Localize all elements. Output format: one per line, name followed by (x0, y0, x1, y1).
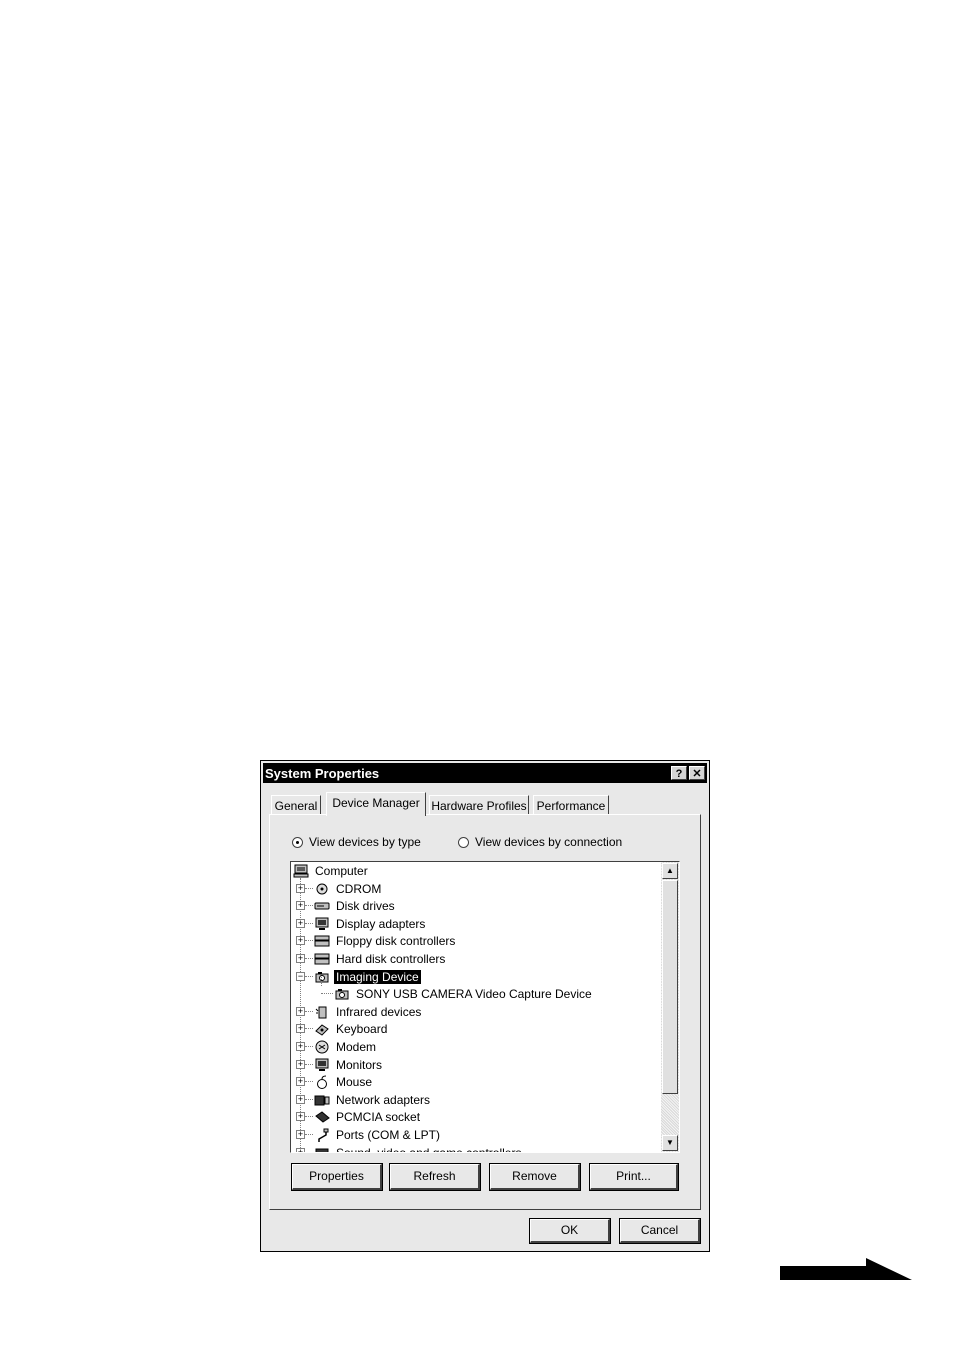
tree-item-label: Imaging Device (334, 969, 421, 984)
expand-icon[interactable]: + (296, 1042, 305, 1051)
tree-item[interactable]: SONY USB CAMERA Video Capture Device (334, 985, 594, 1002)
tree-item-label: Ports (COM & LPT) (336, 1127, 441, 1142)
view-by-connection-label: View devices by connection (475, 835, 623, 849)
expand-icon[interactable]: + (296, 954, 305, 963)
window-title: System Properties (265, 766, 380, 781)
cancel-button[interactable]: Cancel (619, 1218, 701, 1244)
tree-item[interactable]: + PCMCIA socket (296, 1108, 422, 1125)
mouse-icon (314, 1075, 330, 1089)
infrared-icon (314, 1005, 330, 1019)
tree-item-label: Hard disk controllers (336, 951, 446, 966)
tree-item-label: CDROM (336, 881, 382, 896)
keyboard-icon (314, 1022, 330, 1036)
expand-icon[interactable]: + (296, 936, 305, 945)
computer-icon (293, 864, 309, 878)
pcmcia-icon (314, 1110, 330, 1124)
hard-disk-controller-icon (314, 952, 330, 966)
tree-item[interactable]: + Mouse (296, 1073, 374, 1090)
tree-item[interactable]: + Hard disk controllers (296, 950, 447, 967)
cdrom-icon (314, 882, 330, 896)
tab-device-manager[interactable]: Device Manager (326, 792, 426, 816)
tree-item[interactable]: + Network adapters (296, 1091, 432, 1108)
view-by-connection-radio[interactable] (458, 836, 469, 848)
tree-item-label: Disk drives (336, 898, 395, 913)
view-by-type-radio[interactable] (292, 836, 303, 848)
disk-drive-icon (314, 899, 330, 913)
device-manager-panel: View devices by type View devices by con… (269, 814, 701, 1210)
help-button[interactable]: ? (671, 766, 687, 780)
tree-item[interactable]: + CDROM (296, 880, 383, 897)
expand-icon[interactable]: + (296, 1024, 305, 1033)
monitor-icon (314, 1058, 330, 1072)
print-button[interactable]: Print... (589, 1163, 679, 1191)
tab-general[interactable]: General (271, 795, 321, 815)
arrow-right-icon (780, 1256, 912, 1285)
tree-item[interactable]: + Keyboard (296, 1020, 389, 1037)
system-properties-dialog: System Properties ? ✕ General Device Man… (260, 760, 710, 1252)
close-button[interactable]: ✕ (689, 766, 705, 780)
tree-item-label: Display adapters (336, 916, 426, 931)
expand-icon[interactable]: + (296, 1060, 305, 1069)
tree-item-label: SONY USB CAMERA Video Capture Device (356, 986, 592, 1001)
imaging-device-icon (314, 970, 330, 984)
expand-icon[interactable]: + (296, 884, 305, 893)
network-adapter-icon (314, 1093, 330, 1107)
tree-item[interactable]: − Imaging Device (296, 968, 421, 985)
tab-performance[interactable]: Performance (533, 795, 609, 815)
tree-item[interactable]: + Display adapters (296, 915, 427, 932)
view-by-connection-option[interactable]: View devices by connection (458, 835, 622, 849)
view-by-type-label: View devices by type (309, 835, 421, 849)
camera-icon (334, 987, 350, 1001)
ports-icon (314, 1128, 330, 1142)
tree-item-label: Sound, video and game controllers (334, 1146, 523, 1153)
tree-item-label: Infrared devices (336, 1004, 422, 1019)
tree-item-label: PCMCIA socket (336, 1109, 421, 1124)
modem-icon (314, 1040, 330, 1054)
expand-icon[interactable]: + (296, 1112, 305, 1121)
expand-icon[interactable]: + (296, 1130, 305, 1139)
properties-button[interactable]: Properties (291, 1163, 383, 1191)
tree-item-label: Keyboard (336, 1021, 388, 1036)
ok-button[interactable]: OK (529, 1218, 611, 1244)
view-by-type-option[interactable]: View devices by type (292, 835, 421, 849)
tree-scrollbar[interactable]: ▲ ▼ (661, 862, 679, 1152)
tree-item[interactable]: + Modem (296, 1038, 378, 1055)
tree-root-computer[interactable]: Computer (293, 862, 370, 879)
tree-item[interactable]: + Monitors (296, 1056, 384, 1073)
tree-root-label: Computer (315, 863, 368, 878)
expand-icon[interactable]: + (296, 1007, 305, 1016)
tree-item-label: Modem (336, 1039, 377, 1054)
refresh-button[interactable]: Refresh (389, 1163, 481, 1191)
tree-item[interactable]: + Disk drives (296, 897, 397, 914)
sound-icon (314, 1146, 330, 1152)
expand-icon[interactable]: + (296, 1095, 305, 1104)
tree-child-guide-line (321, 977, 322, 986)
tree-item[interactable]: + Sound, video and game controllers (296, 1144, 523, 1152)
tree-item-label: Mouse (336, 1074, 373, 1089)
tree-item[interactable]: + Ports (COM & LPT) (296, 1126, 442, 1143)
expand-icon[interactable]: + (296, 1148, 305, 1152)
display-adapter-icon (314, 917, 330, 931)
expand-icon[interactable]: + (296, 901, 305, 910)
tree-item-label: Floppy disk controllers (336, 933, 456, 948)
scroll-thumb[interactable] (662, 880, 678, 1094)
expand-icon[interactable]: + (296, 1077, 305, 1086)
tab-hardware-profiles[interactable]: Hardware Profiles (429, 795, 529, 815)
expand-icon[interactable]: + (296, 919, 305, 928)
collapse-icon[interactable]: − (296, 972, 305, 981)
tree-item[interactable]: + Floppy disk controllers (296, 932, 457, 949)
scroll-up-button[interactable]: ▲ (662, 863, 678, 879)
tree-item[interactable]: + Infrared devices (296, 1003, 423, 1020)
device-tree-content: Computer + CDROM + Disk drives + Display adap… (291, 862, 661, 1152)
tree-item-label: Network adapters (336, 1092, 431, 1107)
scroll-down-button[interactable]: ▼ (662, 1135, 678, 1151)
remove-button[interactable]: Remove (489, 1163, 581, 1191)
tree-item-label: Monitors (336, 1057, 383, 1072)
floppy-controller-icon (314, 934, 330, 948)
title-bar[interactable]: System Properties ? ✕ (263, 763, 707, 783)
tree-child-connector (321, 993, 333, 994)
device-tree[interactable]: Computer + CDROM + Disk drives + Display adap… (290, 861, 680, 1153)
